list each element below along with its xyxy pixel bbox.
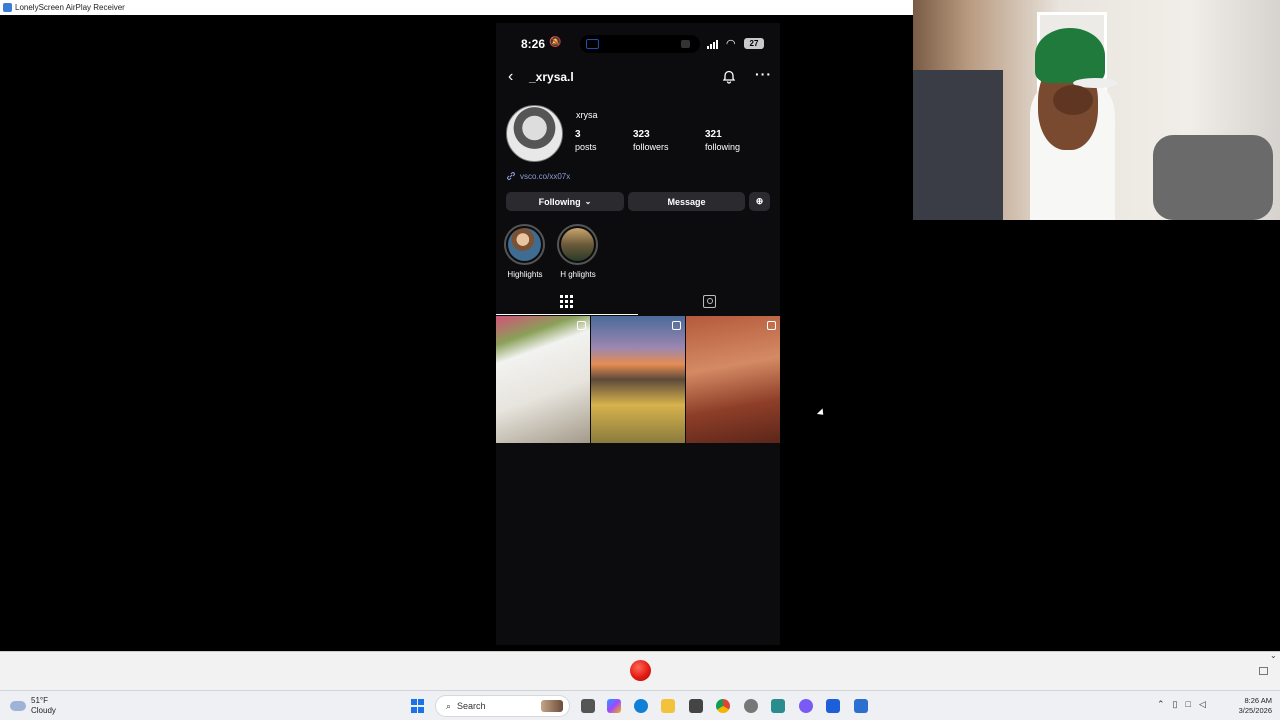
- phone-status-bar: 8:26 🔕 ◠ 27: [496, 35, 780, 53]
- screen: LonelyScreen AirPlay Receiver 8:26 🔕 ◠ 2…: [0, 0, 1280, 720]
- cloud-icon: [10, 701, 26, 711]
- chevron-down-icon: ⌄: [584, 197, 592, 206]
- camera-indicator-icon: [681, 40, 690, 48]
- file-explorer-icon[interactable]: [661, 699, 675, 713]
- profile-username: _xrysa.l: [529, 70, 574, 84]
- app-icon[interactable]: [744, 699, 758, 713]
- following-count: 321: [705, 129, 722, 140]
- copilot-icon[interactable]: [607, 699, 621, 713]
- highlight-cover: [508, 228, 541, 261]
- following-button-label: Following: [538, 196, 581, 207]
- system-tray: ⌃ ▯ □ ◁: [1157, 699, 1206, 710]
- weather-desc: Cloudy: [31, 706, 56, 715]
- volume-icon[interactable]: ◁: [1199, 699, 1206, 710]
- search-highlight-image: [541, 700, 563, 712]
- taskbar-clock[interactable]: 8:26 AM 3/25/2026: [1226, 696, 1272, 716]
- window-mode-icon[interactable]: [1259, 667, 1268, 675]
- network-icon[interactable]: □: [1186, 699, 1191, 710]
- discord-icon[interactable]: [799, 699, 813, 713]
- posts-stat[interactable]: 3 posts: [575, 129, 597, 153]
- phone-time: 8:26: [521, 37, 546, 51]
- followers-stat[interactable]: 323 followers: [633, 129, 669, 153]
- grid-icon[interactable]: [560, 295, 573, 308]
- following-button[interactable]: Following ⌄: [506, 192, 624, 211]
- bio-link-text: vsco.co/xx07x: [520, 171, 571, 181]
- start-button[interactable]: [411, 699, 425, 713]
- active-tab-indicator: [496, 314, 638, 315]
- search-label: Search: [457, 701, 486, 711]
- profile-header: ‹ _xrysa.l ···: [496, 66, 780, 88]
- task-view-icon[interactable]: [581, 699, 595, 713]
- weather-widget[interactable]: 51°F Cloudy: [10, 696, 56, 716]
- profile-tabs: [496, 293, 780, 315]
- window-title: LonelyScreen AirPlay Receiver: [15, 3, 125, 12]
- following-stat[interactable]: 321 following: [705, 129, 740, 153]
- mouse-cursor: [816, 408, 827, 418]
- highlight-2[interactable]: H ghlights: [557, 224, 599, 279]
- post-thumbnail[interactable]: [686, 316, 780, 443]
- taskbar-search[interactable]: ⌕ Search: [435, 695, 570, 717]
- avatar[interactable]: [506, 105, 563, 162]
- notepad-icon[interactable]: [771, 699, 785, 713]
- receiver-control-bar: ⌄: [0, 651, 1280, 690]
- battery-indicator: 27: [744, 38, 764, 49]
- post-thumbnail[interactable]: [496, 316, 590, 443]
- chevron-up-icon[interactable]: ⌃: [1157, 699, 1165, 710]
- mirrored-phone-screen: 8:26 🔕 ◠ 27 ‹ _xrysa.l ··· xrysa 3 posts…: [496, 23, 780, 645]
- search-icon: ⌕: [446, 700, 452, 711]
- highlight-1[interactable]: Highlights: [504, 224, 546, 279]
- posts-count: 3: [575, 129, 581, 140]
- posts-grid: [496, 316, 780, 443]
- profile-display-name: xrysa: [576, 110, 598, 120]
- carousel-icon: [672, 321, 681, 330]
- more-icon[interactable]: ···: [755, 66, 772, 82]
- bio-link[interactable]: vsco.co/xx07x: [506, 171, 570, 181]
- dynamic-island: [580, 35, 700, 53]
- following-label: following: [705, 142, 741, 152]
- store-icon[interactable]: [689, 699, 703, 713]
- carousel-icon: [767, 321, 776, 330]
- edge-icon[interactable]: [634, 699, 648, 713]
- tagged-icon[interactable]: [703, 295, 716, 308]
- chevron-down-icon[interactable]: ⌄: [1270, 651, 1277, 660]
- highlight-label: H ghlights: [560, 270, 596, 279]
- windows-taskbar: 51°F Cloudy ⌕ Search ⌃ ▯ □ ◁ 8:26 AM 3/2: [0, 690, 1280, 720]
- screen-mirroring-icon: [586, 39, 599, 49]
- followers-label: followers: [633, 142, 669, 152]
- carousel-icon: [577, 321, 586, 330]
- record-icon[interactable]: [630, 660, 651, 681]
- chrome-icon[interactable]: [716, 699, 730, 713]
- clock-time: 8:26 AM: [1244, 696, 1272, 705]
- post-thumbnail[interactable]: [591, 316, 685, 443]
- lonelyscreen-icon[interactable]: [854, 699, 868, 713]
- followers-count: 323: [633, 129, 650, 140]
- suggested-users-button[interactable]: ⊕: [749, 192, 770, 211]
- clock-date: 3/25/2026: [1238, 706, 1272, 715]
- weather-temp: 51°F: [31, 696, 48, 705]
- wifi-icon: ◠: [726, 38, 736, 50]
- silent-bell-icon: 🔕: [549, 37, 562, 48]
- app-icon: [3, 3, 12, 12]
- posts-label: posts: [575, 142, 597, 152]
- message-button[interactable]: Message: [628, 192, 745, 211]
- microphone-icon[interactable]: ▯: [1173, 699, 1178, 710]
- bell-icon[interactable]: [722, 70, 736, 84]
- add-user-icon: ⊕: [755, 196, 764, 206]
- highlight-label: Highlights: [507, 270, 543, 279]
- webcam-overlay: [913, 0, 1280, 220]
- cell-signal-icon: [707, 40, 718, 49]
- link-icon: [507, 172, 515, 180]
- chevron-left-icon[interactable]: ‹: [508, 68, 513, 86]
- message-button-label: Message: [667, 196, 706, 207]
- window-title-bar: LonelyScreen AirPlay Receiver: [0, 0, 913, 15]
- highlight-cover: [561, 228, 594, 261]
- app-icon[interactable]: [826, 699, 840, 713]
